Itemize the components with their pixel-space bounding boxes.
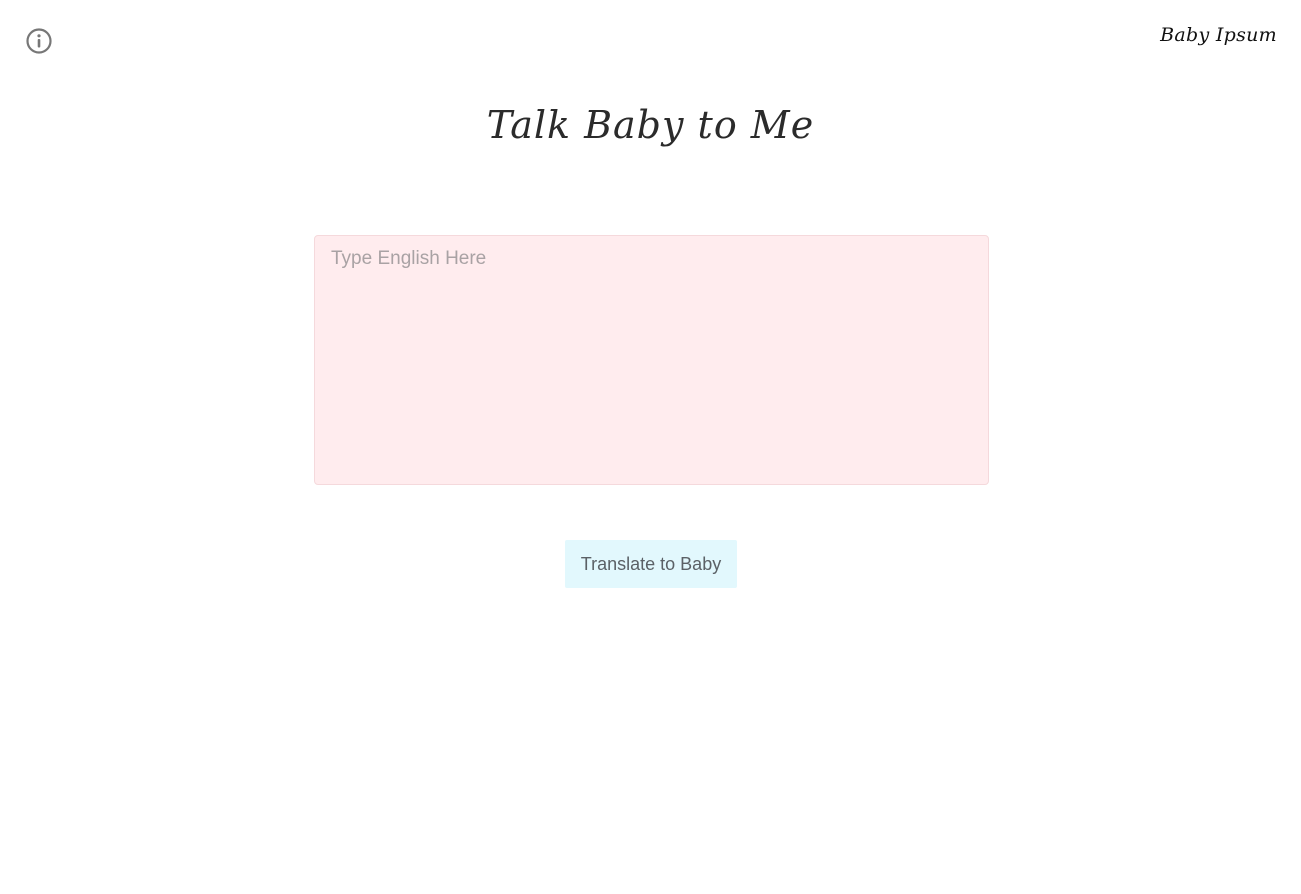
page-title: Talk Baby to Me: [486, 103, 815, 147]
info-circle-icon: [25, 27, 53, 55]
english-input[interactable]: [314, 235, 989, 485]
translate-to-baby-button[interactable]: Translate to Baby: [565, 540, 737, 588]
baby-ipsum-link[interactable]: Baby Ipsum: [1160, 24, 1277, 46]
info-button[interactable]: [25, 27, 53, 55]
page: Baby Ipsum Talk Baby to Me Translate to …: [0, 0, 1301, 894]
english-input-container: [314, 235, 989, 485]
